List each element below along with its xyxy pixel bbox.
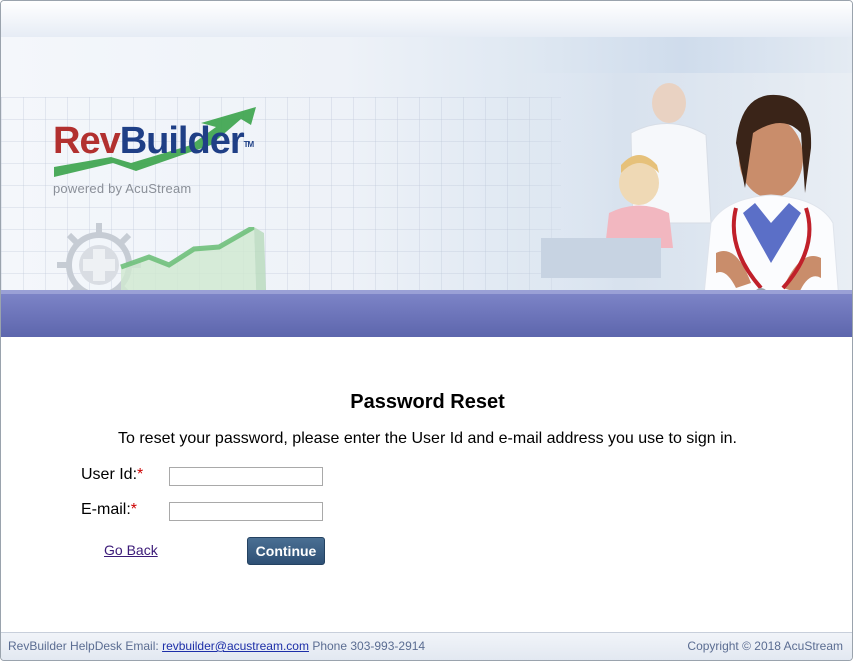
- logo-trademark: TM: [243, 140, 255, 149]
- page-frame: RevBuilderTM powered by AcuStream Passwo…: [0, 0, 853, 661]
- continue-button[interactable]: Continue: [247, 537, 325, 565]
- user-id-label: User Id:*: [81, 466, 143, 484]
- logo-builder-text: Builder: [119, 120, 245, 162]
- logo-tagline: powered by AcuStream: [53, 181, 192, 196]
- top-strip: [1, 1, 852, 38]
- required-marker: *: [130, 501, 138, 518]
- logo-wordmark: RevBuilderTM: [53, 120, 255, 162]
- doctors-illustration: [521, 73, 852, 290]
- header-band: [1, 290, 852, 337]
- go-back-link[interactable]: Go Back: [104, 542, 158, 558]
- logo-rev-text: Rev: [53, 120, 121, 162]
- user-id-input[interactable]: [169, 467, 323, 486]
- helpdesk-email-link[interactable]: revbuilder@acustream.com: [162, 639, 309, 653]
- email-input[interactable]: [169, 502, 323, 521]
- helpdesk-prefix: RevBuilder HelpDesk Email:: [8, 639, 159, 653]
- helpdesk-phone: Phone 303-993-2914: [312, 639, 426, 653]
- page-title: Password Reset: [350, 391, 505, 413]
- required-marker: *: [137, 466, 144, 483]
- user-id-label-text: User Id:: [81, 466, 138, 483]
- footer-helpdesk: RevBuilder HelpDesk Email: revbuilder@ac…: [8, 639, 425, 653]
- email-label: E-mail:*: [81, 501, 137, 519]
- header-banner: RevBuilderTM powered by AcuStream: [1, 37, 852, 290]
- header-band-highlight: [1, 290, 852, 294]
- footer-copyright: Copyright © 2018 AcuStream: [687, 639, 843, 653]
- revbuilder-logo: RevBuilderTM powered by AcuStream: [51, 105, 271, 200]
- instructions-text: To reset your password, please enter the…: [118, 430, 737, 447]
- footer: RevBuilder HelpDesk Email: revbuilder@ac…: [1, 632, 852, 660]
- growth-chart-icon: [120, 227, 266, 290]
- email-label-text: E-mail:: [81, 501, 131, 518]
